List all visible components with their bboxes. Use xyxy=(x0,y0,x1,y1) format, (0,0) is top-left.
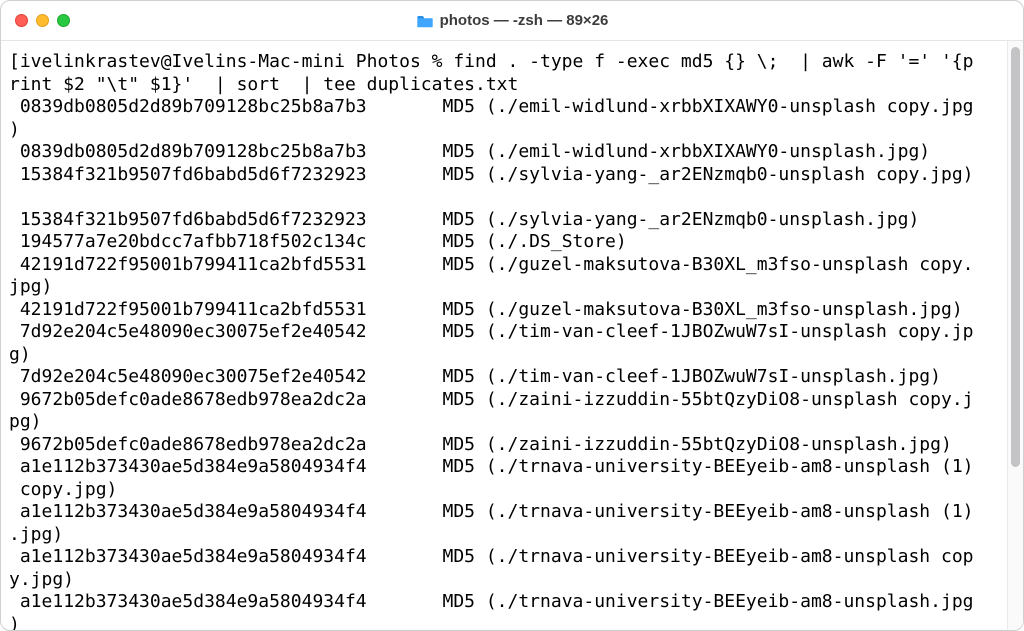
window-title: photos — -zsh — 89×26 xyxy=(1,12,1023,29)
terminal-window: photos — -zsh — 89×26 [ivelinkrastev@Ive… xyxy=(0,0,1024,631)
scrollbar[interactable] xyxy=(1007,41,1023,630)
minimize-icon[interactable] xyxy=(36,14,49,27)
scroll-thumb[interactable] xyxy=(1011,47,1020,467)
terminal-output[interactable]: [ivelinkrastev@Ivelins-Mac-mini Photos %… xyxy=(1,41,1007,630)
titlebar[interactable]: photos — -zsh — 89×26 xyxy=(1,1,1023,41)
folder-icon xyxy=(416,14,434,28)
traffic-lights xyxy=(1,14,70,27)
maximize-icon[interactable] xyxy=(57,14,70,27)
window-title-text: photos — -zsh — 89×26 xyxy=(440,12,609,29)
close-icon[interactable] xyxy=(15,14,28,27)
terminal-area: [ivelinkrastev@Ivelins-Mac-mini Photos %… xyxy=(1,41,1023,630)
